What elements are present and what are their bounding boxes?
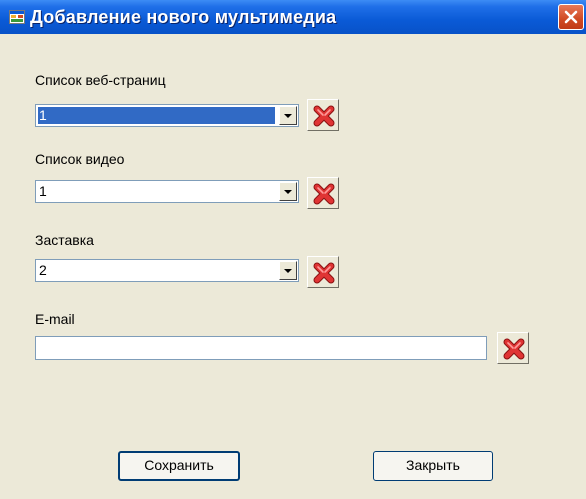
red-x-delete-icon xyxy=(503,338,525,360)
screensaver-combo[interactable]: 2 xyxy=(35,259,299,282)
videos-combo[interactable]: 1 xyxy=(35,180,299,203)
delete-screensaver-button[interactable] xyxy=(307,256,339,288)
form-icon xyxy=(9,10,25,24)
webpages-combo[interactable]: 1 xyxy=(35,104,299,127)
window-close-button[interactable] xyxy=(558,4,584,30)
webpages-label: Список веб-страниц xyxy=(35,72,166,88)
screensaver-label: Заставка xyxy=(35,232,94,248)
title-bar[interactable]: Добавление нового мультимедиа xyxy=(0,0,586,34)
save-button[interactable]: Сохранить xyxy=(118,451,240,481)
dialog-window: Добавление нового мультимедиа Список веб… xyxy=(0,0,586,499)
close-icon xyxy=(564,10,578,24)
delete-email-button[interactable] xyxy=(497,332,529,364)
videos-combo-value: 1 xyxy=(39,183,47,199)
dropdown-arrow-icon[interactable] xyxy=(279,106,297,125)
email-label: E-mail xyxy=(35,311,75,327)
webpages-combo-value: 1 xyxy=(37,106,276,125)
screensaver-combo-value: 2 xyxy=(39,262,47,278)
red-x-delete-icon xyxy=(313,105,335,127)
window-title: Добавление нового мультимедиа xyxy=(30,7,337,27)
red-x-delete-icon xyxy=(313,262,335,284)
dropdown-arrow-icon[interactable] xyxy=(279,261,297,280)
email-field[interactable] xyxy=(35,336,487,360)
delete-video-button[interactable] xyxy=(307,177,339,209)
dropdown-arrow-icon[interactable] xyxy=(279,182,297,201)
videos-label: Список видео xyxy=(35,151,125,167)
red-x-delete-icon xyxy=(313,183,335,205)
close-button[interactable]: Закрыть xyxy=(373,451,493,481)
delete-webpage-button[interactable] xyxy=(307,99,339,131)
